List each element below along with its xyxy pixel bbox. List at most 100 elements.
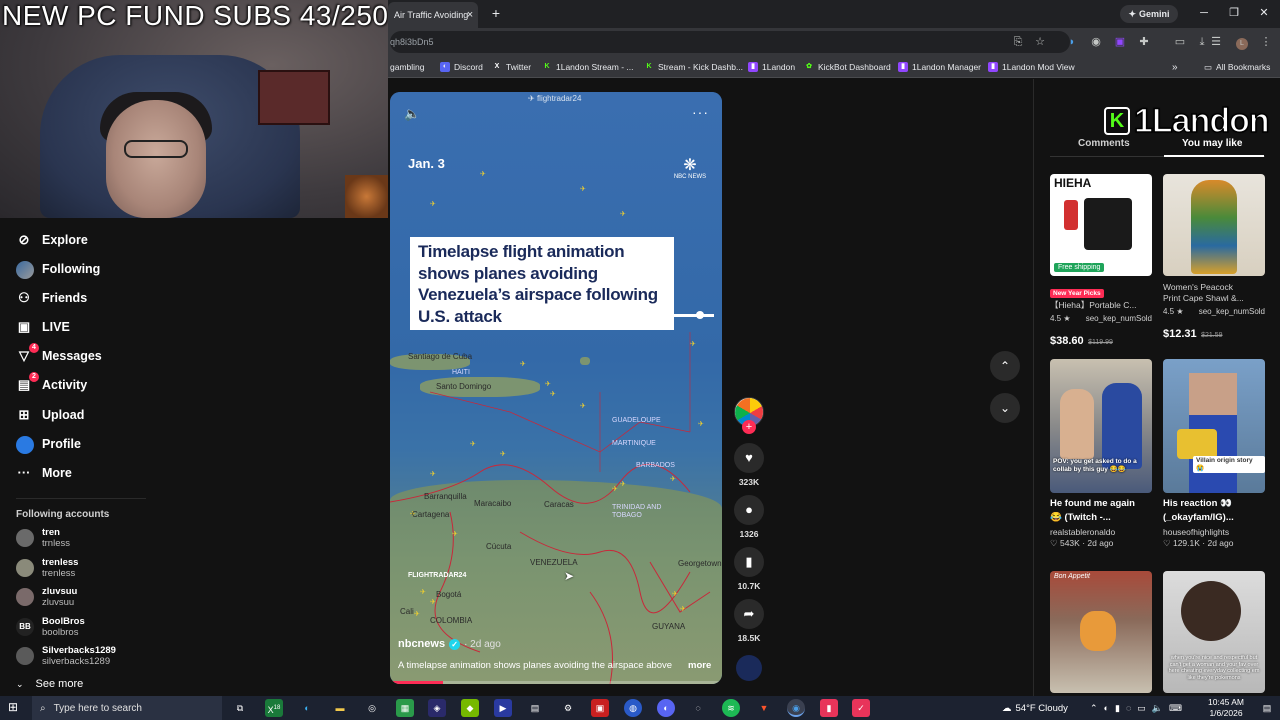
- language-icon[interactable]: ⌨: [1169, 703, 1182, 714]
- more-options-icon[interactable]: ···: [692, 104, 710, 120]
- bookmark-item[interactable]: K Stream - Kick Dashb...: [644, 60, 743, 74]
- bookmark-item[interactable]: K 1Landon Stream - ...: [542, 60, 633, 74]
- edge-icon[interactable]: ◐: [298, 699, 316, 717]
- chrome-icon[interactable]: ◉: [787, 699, 805, 717]
- video-card[interactable]: POV: you get asked to do a collab by thi…: [1050, 359, 1152, 549]
- volume-icon[interactable]: 🔈: [1152, 703, 1163, 714]
- comment-button[interactable]: ●: [734, 495, 764, 525]
- product-card[interactable]: Women's Peacock Print Cape Shawl &... 4.…: [1163, 174, 1265, 342]
- calculator-icon[interactable]: ▤: [526, 699, 544, 717]
- app-icon[interactable]: ▮: [820, 699, 838, 717]
- media-control-icon[interactable]: ▭: [1172, 34, 1188, 50]
- all-bookmarks-button[interactable]: ▭ All Bookmarks: [1204, 60, 1270, 74]
- follow-plus-icon[interactable]: +: [742, 420, 756, 434]
- discord-icon[interactable]: ◐: [657, 699, 675, 717]
- steam-icon[interactable]: ◍: [624, 699, 642, 717]
- tab-close-icon[interactable]: ×: [464, 8, 476, 22]
- tab-comments[interactable]: Comments: [1078, 138, 1130, 149]
- kebab-menu-icon[interactable]: ⋮: [1258, 34, 1274, 50]
- video-progress-bar[interactable]: [390, 681, 722, 684]
- menu-list-icon[interactable]: ☰: [1208, 34, 1224, 50]
- extensions-puzzle-icon[interactable]: ✚: [1136, 34, 1152, 50]
- profile-avatar-icon[interactable]: L: [1234, 34, 1250, 50]
- video-title: He found me again: [1050, 498, 1135, 509]
- sidebar-item-activity[interactable]: ▤ 2 Activity: [16, 372, 87, 395]
- store-icon[interactable]: ▦: [396, 699, 414, 717]
- following-account[interactable]: tren trnless: [16, 525, 70, 551]
- bookmark-item[interactable]: gambling: [390, 60, 425, 74]
- gemini-button[interactable]: ✦ Gemini: [1120, 5, 1178, 23]
- sidebar-item-friends[interactable]: ⚇ Friends: [16, 288, 87, 308]
- tray-app-icon[interactable]: ◌: [1126, 703, 1131, 713]
- app-icon[interactable]: ◈: [428, 699, 446, 717]
- file-explorer-icon[interactable]: ▬: [331, 699, 349, 717]
- bookmark-item[interactable]: X Twitter: [492, 60, 531, 74]
- bookmark-item[interactable]: ▮ 1Landon Manager: [898, 60, 981, 74]
- video-author[interactable]: nbcnews ✓ · 2d ago: [398, 638, 501, 650]
- nvidia-icon[interactable]: ◆: [461, 699, 479, 717]
- bookmark-star-icon[interactable]: ☆: [1032, 34, 1048, 50]
- bookmark-item[interactable]: ▮ 1Landon: [748, 60, 795, 74]
- xbox-icon[interactable]: X18: [265, 699, 283, 717]
- taskbar-search[interactable]: ⌕ Type here to search: [32, 696, 222, 720]
- video-player[interactable]: ✈ ✈ ✈ ✈ ✈ ✈ ✈ ✈ ✈ ✈ ✈ ✈ ✈ ✈ ✈ ✈ ✈ ✈ ✈ ✈ …: [390, 92, 722, 684]
- taskbar-clock[interactable]: 10:45 AM 1/6/2026: [1198, 697, 1254, 719]
- close-window-icon[interactable]: ✕: [1254, 4, 1274, 22]
- new-tab-button[interactable]: +: [488, 5, 504, 21]
- video-card[interactable]: Bon Appetit: [1050, 571, 1152, 693]
- task-view-icon[interactable]: ⧉: [231, 699, 249, 717]
- share-button[interactable]: ➦: [734, 599, 764, 629]
- caption-more-button[interactable]: more: [688, 660, 711, 671]
- media-player-icon[interactable]: ▶: [494, 699, 512, 717]
- app-icon[interactable]: ✓: [852, 699, 870, 717]
- bookmark-item[interactable]: ▮ 1Landon Mod View: [988, 60, 1075, 74]
- video-card[interactable]: when you're nice and respectful but can'…: [1163, 571, 1265, 693]
- tray-app-icon[interactable]: ◐: [1104, 703, 1109, 713]
- following-account[interactable]: zluvsuu zluvsuu: [16, 584, 77, 610]
- music-disc-icon[interactable]: [736, 655, 762, 681]
- app-icon[interactable]: ▣: [591, 699, 609, 717]
- sidebar-item-upload[interactable]: ⊞ Upload: [16, 405, 85, 425]
- volume-icon[interactable]: 🔈: [404, 106, 420, 122]
- following-account[interactable]: BB BoolBros boolbros: [16, 614, 85, 640]
- bookmark-item[interactable]: ✿ KickBot Dashboard: [804, 60, 891, 74]
- product-card[interactable]: HIEHA Free shipping New Year Picks 【Hieh…: [1050, 174, 1152, 349]
- install-app-icon[interactable]: ⎘: [1010, 34, 1026, 50]
- sidebar-item-messages[interactable]: ▽ 4 Messages: [16, 343, 102, 366]
- previous-video-button[interactable]: ⌃: [990, 351, 1020, 381]
- brave-icon[interactable]: ▼: [755, 699, 773, 717]
- restore-icon[interactable]: ❐: [1224, 4, 1244, 22]
- see-more-button[interactable]: ⌄ See more: [16, 678, 83, 690]
- app-icon[interactable]: ◌: [689, 699, 707, 717]
- address-bar[interactable]: qh8i3bDn5: [390, 31, 1070, 53]
- sidebar-item-explore[interactable]: ⊘ Explore: [16, 230, 88, 250]
- next-video-button[interactable]: ⌄: [990, 393, 1020, 423]
- sidebar-item-following[interactable]: Following: [16, 259, 100, 279]
- like-button[interactable]: ♥: [734, 443, 764, 473]
- network-icon[interactable]: ▭: [1137, 703, 1146, 714]
- following-account[interactable]: trenless trenless: [16, 555, 78, 581]
- browser-tab[interactable]: Air Traffic Avoiding ×: [388, 2, 478, 28]
- video-card[interactable]: Villain origin story 😭 His reaction 👀 (_…: [1163, 359, 1265, 549]
- settings-icon[interactable]: ⚙: [559, 699, 577, 717]
- tab-you-may-like[interactable]: You may like: [1182, 138, 1242, 149]
- twitch-extension-icon[interactable]: ▣: [1112, 34, 1128, 50]
- obs-icon[interactable]: ◎: [363, 699, 381, 717]
- notifications-icon[interactable]: ▤: [1258, 699, 1276, 717]
- bookmarks-overflow-button[interactable]: »: [1172, 60, 1178, 74]
- sidebar-item-profile[interactable]: Profile: [16, 434, 81, 454]
- extension-icon[interactable]: ◉: [1088, 34, 1104, 50]
- extension-icon[interactable]: ◗: [1064, 34, 1080, 50]
- spotify-icon[interactable]: ≋: [722, 699, 740, 717]
- tray-app-icon[interactable]: ▮: [1115, 703, 1120, 714]
- tray-overflow-icon[interactable]: ⌃: [1090, 703, 1098, 714]
- following-account[interactable]: Silverbacks1289 silverbacks1289: [16, 643, 116, 669]
- sidebar-item-more[interactable]: ··· More: [16, 463, 72, 483]
- bookmark-item[interactable]: ◐ Discord: [440, 60, 483, 74]
- weather-widget[interactable]: ☁ 54°F Cloudy: [1002, 696, 1068, 720]
- minimize-icon[interactable]: ─: [1194, 4, 1214, 22]
- map-label: Santiago de Cuba: [408, 352, 473, 361]
- sidebar-item-live[interactable]: ▣ LIVE: [16, 317, 70, 337]
- save-button[interactable]: ▮: [734, 547, 764, 577]
- windows-start-icon[interactable]: ⊞: [8, 700, 22, 714]
